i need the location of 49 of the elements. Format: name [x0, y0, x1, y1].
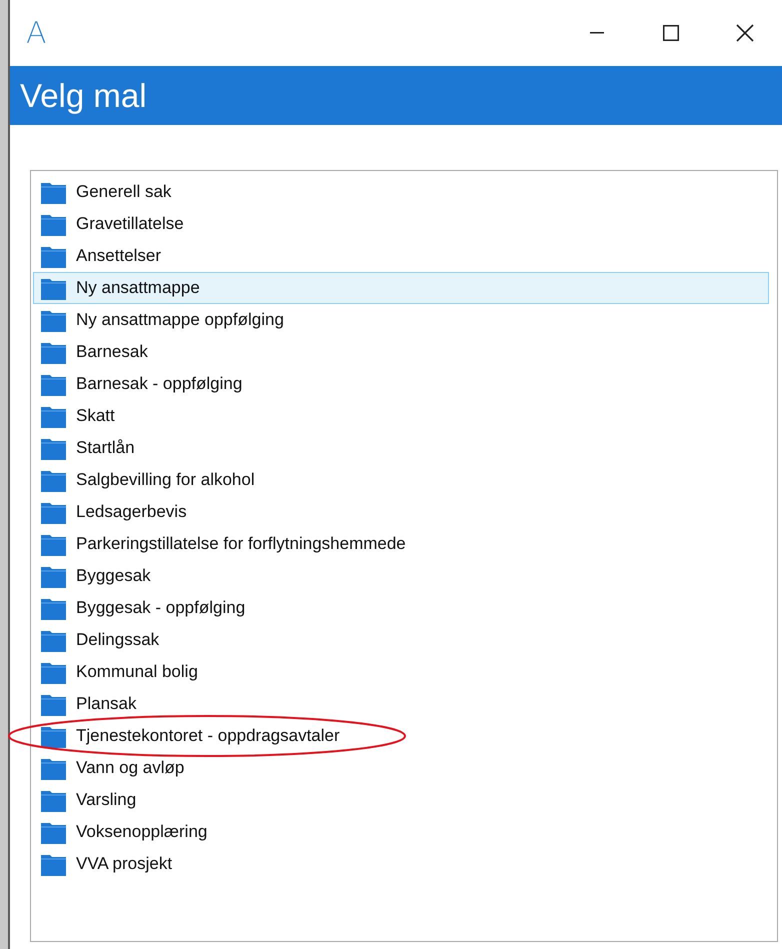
folder-icon: [41, 692, 66, 716]
template-item[interactable]: Skatt: [33, 400, 769, 432]
template-item[interactable]: Kommunal bolig: [33, 656, 769, 688]
folder-icon: [41, 340, 66, 364]
template-item[interactable]: Salgbevilling for alkohol: [33, 464, 769, 496]
template-item[interactable]: Ledsagerbevis: [33, 496, 769, 528]
template-item[interactable]: VVA prosjekt: [33, 848, 769, 880]
folder-icon: [41, 500, 66, 524]
folder-icon: [41, 404, 66, 428]
folder-icon: [41, 244, 66, 268]
template-item[interactable]: Barnesak: [33, 336, 769, 368]
folder-icon: [41, 724, 66, 748]
template-item[interactable]: Ny ansattmappe oppfølging: [33, 304, 769, 336]
template-item[interactable]: Delingssak: [33, 624, 769, 656]
template-item[interactable]: Tjenestekontoret - oppdragsavtaler: [33, 720, 769, 752]
template-item[interactable]: Parkeringstillatelse for forflytningshemmede: [33, 528, 769, 560]
folder-icon: [41, 564, 66, 588]
folder-icon: [41, 628, 66, 652]
template-item[interactable]: Plansak: [33, 688, 769, 720]
folder-icon: [41, 436, 66, 460]
folder-icon: [41, 532, 66, 556]
maximize-icon: [663, 25, 679, 41]
minimize-icon: [590, 32, 604, 34]
template-item[interactable]: Voksenopplæring: [33, 816, 769, 848]
template-item[interactable]: Byggesak - oppfølging: [33, 592, 769, 624]
folder-icon: [41, 180, 66, 204]
app-logo: A: [26, 16, 47, 50]
folder-icon: [41, 372, 66, 396]
folder-icon: [41, 212, 66, 236]
template-item[interactable]: Byggesak: [33, 560, 769, 592]
folder-icon: [41, 308, 66, 332]
folder-icon: [41, 852, 66, 876]
template-item[interactable]: Gravetillatelse: [33, 208, 769, 240]
template-item[interactable]: Generell sak: [33, 176, 769, 208]
folder-icon: [41, 820, 66, 844]
template-item[interactable]: Ansettelser: [33, 240, 769, 272]
template-item[interactable]: Barnesak - oppfølging: [33, 368, 769, 400]
template-item[interactable]: Ny ansattmappe: [33, 272, 769, 304]
folder-icon: [41, 276, 66, 300]
folder-icon: [41, 468, 66, 492]
folder-icon: [41, 756, 66, 780]
template-item[interactable]: Vann og avløp: [33, 752, 769, 784]
template-item[interactable]: Startlån: [33, 432, 769, 464]
folder-icon: [41, 660, 66, 684]
dialog-title: Velg mal: [20, 76, 147, 114]
close-icon: [736, 24, 754, 42]
template-item[interactable]: Varsling: [33, 784, 769, 816]
folder-icon: [41, 596, 66, 620]
folder-icon: [41, 788, 66, 812]
